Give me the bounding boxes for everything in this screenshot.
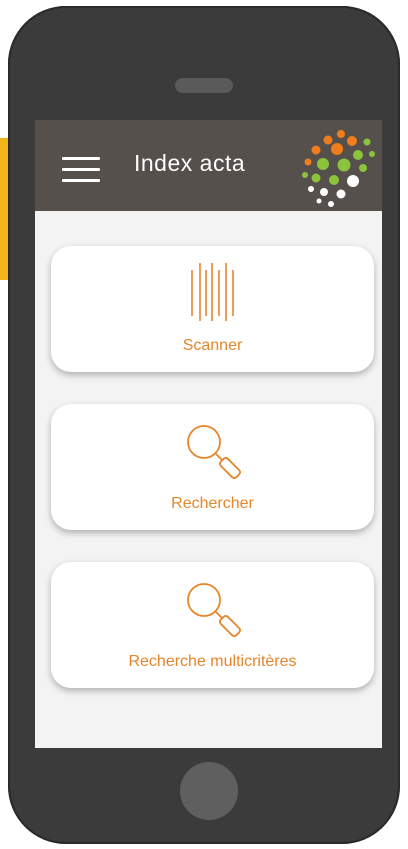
phone-home-button[interactable] (180, 762, 238, 820)
hamburger-line-middle (62, 168, 100, 171)
hamburger-line-top (62, 157, 100, 160)
multicriteria-search-label: Recherche multicritères (128, 653, 297, 670)
search-label: Rechercher (171, 495, 254, 512)
app-title: Index acta (134, 150, 246, 176)
magnifier-icon (186, 425, 241, 479)
scanner-button[interactable]: Scanner (51, 246, 374, 372)
multicriteria-search-button[interactable]: Recherche multicritères (51, 562, 374, 688)
hamburger-line-bottom (62, 179, 100, 182)
barcode-icon (190, 263, 234, 321)
search-button[interactable]: Rechercher (51, 404, 374, 530)
scanner-label: Scanner (182, 337, 243, 354)
app-screen: Index acta Scanner Rechercher Recherche … (35, 120, 382, 748)
app-bar: Index acta (35, 120, 382, 211)
hamburger-menu-icon[interactable] (62, 157, 100, 183)
index-acta-logo-icon (302, 130, 375, 207)
magnifier-icon (186, 583, 241, 637)
phone-frame: Index acta Scanner Rechercher Recherche … (8, 6, 400, 844)
phone-speaker (175, 78, 233, 93)
